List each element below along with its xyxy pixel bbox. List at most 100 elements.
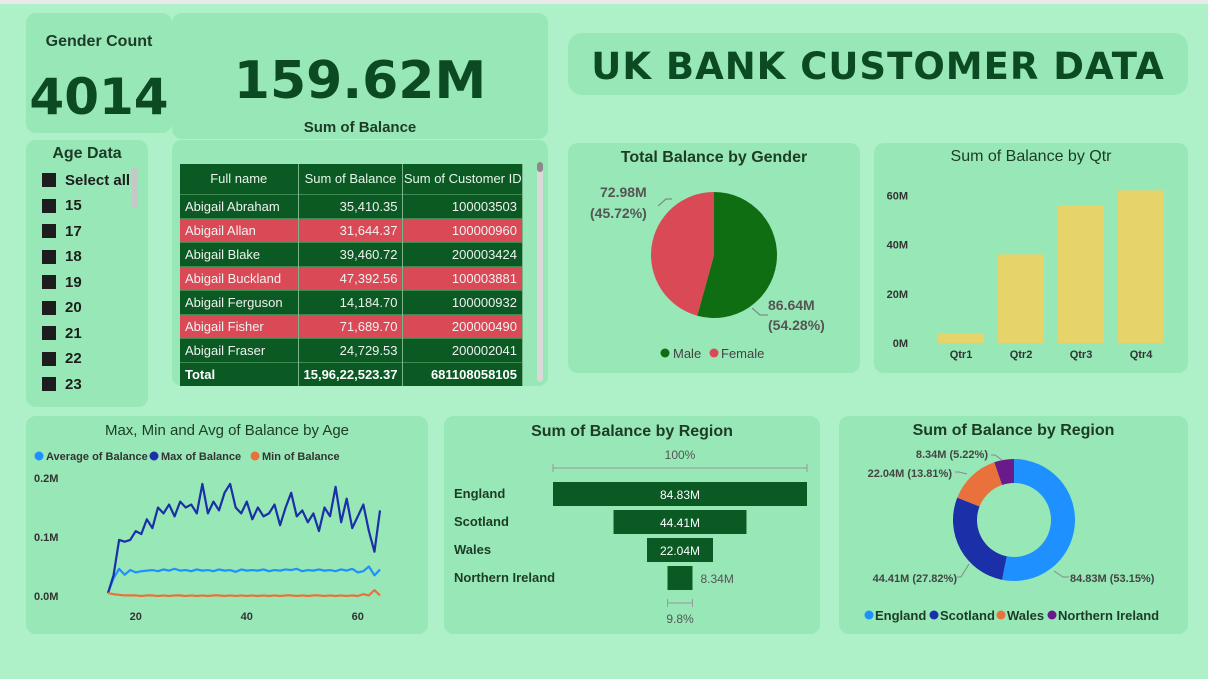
donut-label-scotland: 44.41M (27.82%) <box>873 573 958 585</box>
legend-label-wales: Wales <box>1007 608 1044 623</box>
x-tick-label: Qtr2 <box>1010 349 1033 361</box>
age-filter-item-select-all[interactable]: Select all <box>42 170 130 190</box>
table-cell-name: Abigail Blake <box>180 241 299 266</box>
y-tick-label: 60M <box>887 190 908 202</box>
y-tick-label: 0.1M <box>34 532 58 544</box>
table-row[interactable]: Abigail Abraham 35,410.35 100003503 <box>180 193 523 218</box>
legend-dot-female <box>709 348 719 358</box>
pie-percent-label-female: (45.72%) <box>590 205 647 221</box>
table-cell-balance: 39,460.72 <box>298 241 404 266</box>
age-filter-scrollbar[interactable] <box>132 168 138 208</box>
legend-dot-england <box>864 610 874 620</box>
table-row[interactable]: Abigail Fisher 71,689.70 200000490 <box>180 313 523 338</box>
legend-label-england: England <box>875 608 926 623</box>
pie-value-label-male: 86.64M <box>768 297 815 313</box>
region-donut-chart: 84.83M (53.15%) 44.41M (27.82%) 22.04M (13… <box>864 449 1159 623</box>
funnel-value-label: 44.41M <box>660 516 700 530</box>
age-filter-item-label: 21 <box>65 324 82 342</box>
table-row[interactable]: Abigail Ferguson 14,184.70 100000932 <box>180 289 523 314</box>
donut-slice-scotland <box>953 497 1007 580</box>
table-row[interactable]: Abigail Buckland 47,392.56 100003881 <box>180 265 523 290</box>
gender-count-title: Gender Count <box>45 33 153 50</box>
line-series-max <box>106 482 382 594</box>
x-tick-label: 60 <box>352 611 364 623</box>
y-tick-label: 0M <box>893 338 908 350</box>
balance-kpi-label: Sum of Balance <box>303 119 417 136</box>
donut-leader-line <box>1053 570 1069 578</box>
age-filter-item-17[interactable]: 17 <box>42 221 82 241</box>
age-filter-item-23[interactable]: 23 <box>42 374 82 394</box>
table-scrollbar[interactable] <box>537 162 543 382</box>
table-row[interactable]: Abigail Blake 39,460.72 200003424 <box>180 241 523 266</box>
table-cell-balance: 24,729.53 <box>298 337 404 362</box>
x-tick-label: 40 <box>241 611 253 623</box>
table-cell-id: 100003503 <box>402 193 523 218</box>
donut-leader-line <box>991 454 1003 461</box>
y-tick-label: 40M <box>887 240 908 252</box>
table-scrollbar-thumb[interactable] <box>537 162 543 172</box>
table-cell-id: 200002041 <box>402 337 523 362</box>
y-tick-label: 20M <box>887 289 908 301</box>
legend-label-female: Female <box>721 346 764 361</box>
checkbox-icon[interactable] <box>42 300 56 315</box>
checkbox-icon[interactable] <box>42 326 56 340</box>
age-filter-item-22[interactable]: 22 <box>42 349 82 369</box>
bar-qtr1 <box>938 333 984 343</box>
checkbox-icon[interactable] <box>42 275 56 289</box>
legend-label-northern-ireland: Northern Ireland <box>1058 608 1159 623</box>
donut-label-northern-ireland: 8.34M (5.22%) <box>916 449 988 461</box>
donut-leader-line <box>955 471 968 475</box>
age-filter-item-15[interactable]: 15 <box>42 196 82 216</box>
table-total-row: Total 15,96,22,523.37 681108058105 <box>180 361 523 386</box>
checkbox-icon[interactable] <box>42 198 56 213</box>
gender-pie-card: Total Balance by Gender 86.64M (54.28%) 72… <box>568 143 860 373</box>
region-funnel-card: Sum of Balance by Region 100% England 84.8… <box>444 416 820 634</box>
age-filter-item-19[interactable]: 19 <box>42 272 82 292</box>
age-filter-item-20[interactable]: 20 <box>42 298 82 318</box>
table-row[interactable]: Abigail Allan 31,644.37 100000960 <box>180 217 523 242</box>
balance-kpi-card: 159.62M Sum of Balance <box>172 13 548 139</box>
age-filter-item-21[interactable]: 21 <box>42 323 82 343</box>
pie-leader-line <box>657 198 672 207</box>
checkbox-icon[interactable] <box>42 377 56 391</box>
checkbox-icon[interactable] <box>42 351 56 366</box>
age-filter-item-label: 22 <box>65 350 82 367</box>
table-cell-balance: 71,689.70 <box>298 313 404 338</box>
title-banner: UK BANK CUSTOMER DATA <box>568 33 1188 95</box>
legend-label-average: Average of Balance <box>46 451 148 463</box>
legend-dot-male <box>660 348 670 358</box>
x-tick-label: Qtr4 <box>1130 349 1154 361</box>
legend-dot-min <box>250 451 260 461</box>
col-header-full-name[interactable]: Full name <box>180 164 299 194</box>
age-filter-item-label: 17 <box>65 222 82 240</box>
donut-label-england: 84.83M (53.15%) <box>1070 573 1155 585</box>
legend-label-max: Max of Balance <box>161 451 241 463</box>
checkbox-icon[interactable] <box>42 173 56 187</box>
legend-dot-max <box>149 451 159 461</box>
checkbox-icon[interactable] <box>42 249 56 264</box>
table-row[interactable]: Abigail Fraser 24,729.53 200002041 <box>180 337 523 362</box>
legend-label-male: Male <box>673 346 701 361</box>
age-filter-item-18[interactable]: 18 <box>42 247 82 267</box>
donut-slice-wales <box>957 462 1003 507</box>
y-tick-label: 0.2M <box>34 473 58 485</box>
pie-percent-label-male: (54.28%) <box>768 317 825 333</box>
table-cell-id: 100000960 <box>402 217 523 242</box>
funnel-category-label: Wales <box>454 542 491 557</box>
gender-count-card: Gender Count 4014 <box>26 13 172 133</box>
age-filter-title: Age Data <box>52 145 122 162</box>
legend-label-scotland: Scotland <box>940 608 995 623</box>
table-cell-name: Abigail Fisher <box>180 313 299 338</box>
table-total-balance: 15,96,22,523.37 <box>298 361 404 386</box>
table-cell-id: 200000490 <box>402 313 523 338</box>
col-header-sum-of-customer-id[interactable]: Sum of Customer ID <box>402 164 523 194</box>
bar-qtr4 <box>1118 190 1164 343</box>
x-tick-label: 20 <box>130 611 142 623</box>
table-cell-name: Abigail Buckland <box>180 265 299 290</box>
col-header-sum-of-balance[interactable]: Sum of Balance <box>298 164 404 194</box>
age-filter-item-label: 20 <box>65 299 82 316</box>
age-line-card: Max, Min and Avg of Balance by Age Avera… <box>26 416 428 634</box>
table-total-label: Total <box>180 361 299 386</box>
table-cell-name: Abigail Abraham <box>180 193 299 218</box>
checkbox-icon[interactable] <box>42 224 56 238</box>
